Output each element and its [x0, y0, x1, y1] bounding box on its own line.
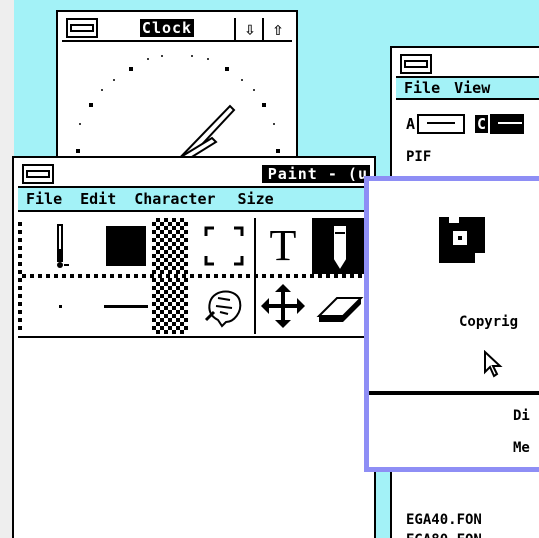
lasso-icon — [204, 290, 242, 328]
minimize-button[interactable]: ⇩ — [234, 18, 264, 40]
clock-system-menu-button[interactable] — [66, 18, 98, 38]
clock-titlebar[interactable]: Clock ⇩ ⇧ — [62, 16, 292, 42]
text-tool[interactable]: T — [254, 218, 310, 274]
drive-c-icon[interactable] — [490, 114, 525, 134]
lasso-tool[interactable] — [196, 278, 252, 334]
menu-size[interactable]: Size — [238, 190, 274, 208]
down-arrow-icon: ⇩ — [244, 18, 256, 40]
paint-system-menu-button[interactable] — [22, 164, 54, 184]
text-t-icon: T — [269, 221, 297, 270]
clock-tick — [276, 149, 280, 153]
eraser-tool[interactable] — [312, 278, 368, 334]
selection-tool[interactable] — [196, 218, 252, 274]
clock-tick — [89, 103, 93, 107]
drive-a-icon[interactable] — [417, 114, 466, 134]
thermometer-icon — [57, 224, 69, 268]
file-manager-titlebar[interactable] — [396, 52, 539, 78]
clock-tick — [129, 67, 133, 71]
pencil-icon — [334, 226, 346, 269]
tool-palette: T — [18, 218, 370, 338]
pencil-tool[interactable] — [312, 218, 368, 274]
clock-title: Clock — [139, 19, 195, 37]
paint-window[interactable]: Paint - (u File Edit Character Size T — [12, 156, 376, 538]
thin-line-tool[interactable] — [32, 278, 88, 334]
clock-tick — [76, 149, 80, 153]
maximize-button[interactable]: ⇧ — [262, 18, 292, 40]
paint-menubar: File Edit Character Size — [18, 188, 370, 212]
selection-rectangle-icon — [204, 226, 244, 266]
paint-titlebar[interactable]: Paint - (u — [18, 162, 370, 188]
line-tool[interactable] — [98, 278, 154, 334]
menu-character[interactable]: Character — [134, 190, 215, 208]
menu-file[interactable]: File — [404, 79, 440, 97]
file-list: PIF — [406, 148, 431, 166]
paint-title: Paint - (u — [261, 165, 370, 183]
floppy-disk-icon — [439, 217, 485, 263]
file-manager-system-menu-button[interactable] — [400, 54, 432, 74]
drive-a-label: A — [406, 115, 416, 133]
file-list-bottom: EGA40.FON EGA80.FON — [406, 510, 482, 538]
dialog-line-2: Me — [513, 440, 530, 456]
fill-color-swatch[interactable] — [98, 218, 154, 274]
about-dialog[interactable]: Copyrig Di Me — [364, 176, 539, 472]
file-item[interactable]: EGA80.FON — [406, 530, 482, 538]
menu-file[interactable]: File — [26, 190, 62, 208]
dialog-line-1: Di — [513, 408, 530, 424]
dot-icon — [58, 304, 62, 308]
dialog-separator — [369, 391, 539, 395]
clock-tick — [262, 103, 266, 107]
copyright-text: Copyrig — [459, 314, 519, 330]
black-swatch-icon — [106, 226, 146, 266]
eraser-icon — [316, 297, 364, 322]
menu-edit[interactable]: Edit — [80, 190, 116, 208]
clock-tick — [225, 67, 229, 71]
paint-canvas[interactable] — [18, 338, 370, 538]
menu-view[interactable]: View — [454, 79, 490, 97]
screen: Clock ⇩ ⇧ File View A C PIF EGA40.FON Pa… — [0, 0, 539, 538]
file-item[interactable]: EGA40.FON — [406, 510, 482, 530]
file-item[interactable]: PIF — [406, 148, 431, 166]
drive-c-label: C — [475, 115, 489, 133]
move-tool[interactable] — [254, 278, 310, 334]
line-icon — [104, 304, 148, 308]
line-width-tool[interactable] — [32, 218, 88, 274]
file-manager-menubar: File View — [396, 78, 539, 100]
move-arrows-icon — [261, 284, 305, 328]
up-arrow-icon: ⇧ — [272, 18, 284, 40]
mouse-pointer-icon — [484, 350, 503, 378]
drive-bar: A C — [406, 114, 525, 134]
